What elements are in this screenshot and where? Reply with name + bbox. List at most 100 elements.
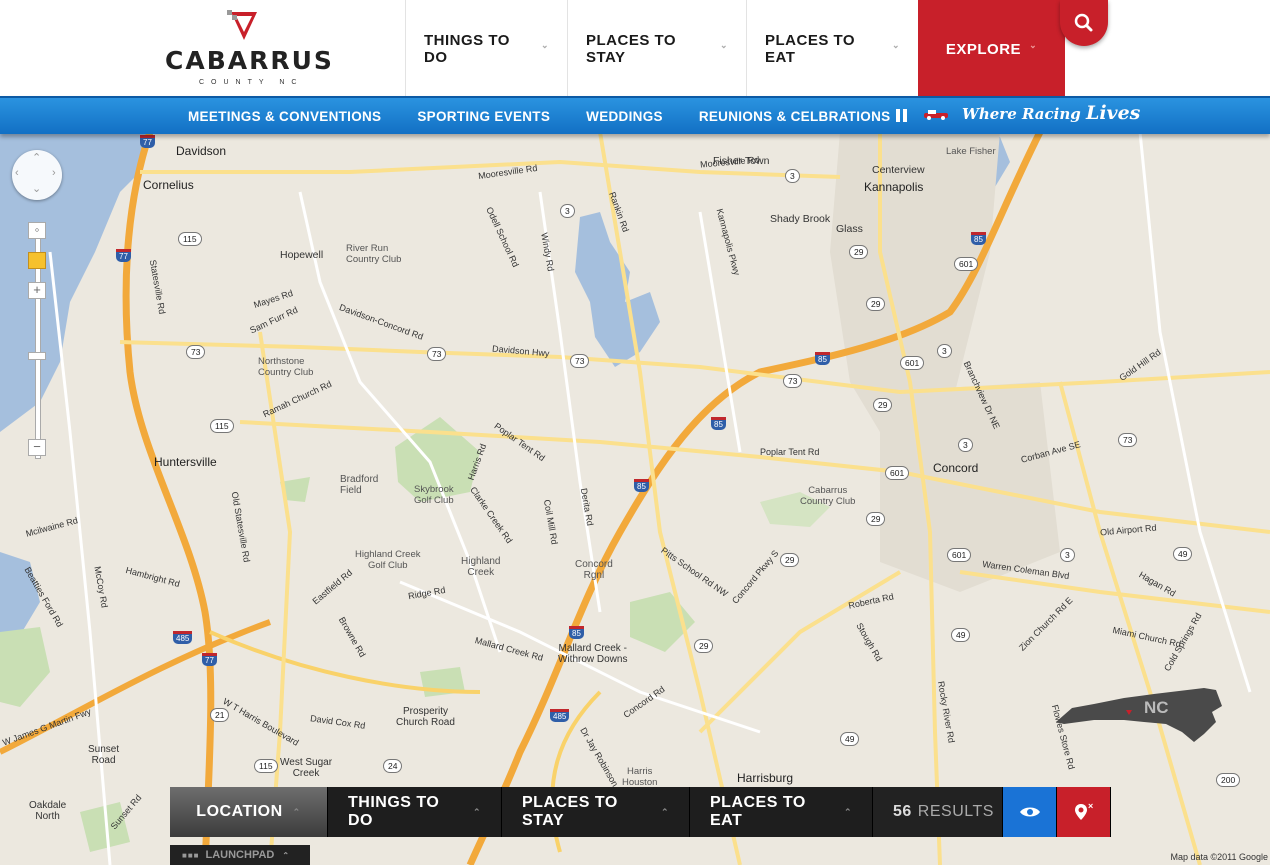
grid-icon: ■■■ xyxy=(182,850,200,860)
interstate-shield: 85 xyxy=(569,626,584,639)
eye-icon xyxy=(1019,807,1040,817)
route-shield: 115 xyxy=(178,232,202,246)
nav-things-to-do[interactable]: THINGS TO DO ⌄ xyxy=(405,0,567,98)
subnav-weddings[interactable]: WEDDINGS xyxy=(586,109,663,124)
filter-places-to-stay-button[interactable]: PLACES TO STAY ⌃ xyxy=(502,787,690,837)
place-label: Harris Houston xyxy=(622,766,658,788)
place-label: Bradford Field xyxy=(340,474,379,496)
route-shield: 3 xyxy=(560,204,575,218)
route-shield: 73 xyxy=(570,354,590,368)
nav-places-to-stay[interactable]: PLACES TO STAY ⌄ xyxy=(567,0,746,98)
nav-explore[interactable]: EXPLORE ⌄ xyxy=(918,0,1065,98)
chevron-updown-icon: ⌃ xyxy=(660,806,669,817)
street-view-pegman-icon[interactable] xyxy=(28,252,46,269)
filter-location-button[interactable]: LOCATION ⌃ xyxy=(170,787,328,837)
target-icon[interactable]: ◦ xyxy=(28,222,46,239)
place-label: Oakdale North xyxy=(29,800,67,822)
interstate-shield: 77 xyxy=(140,135,155,148)
route-shield: 49 xyxy=(951,628,971,642)
main-nav: THINGS TO DO ⌄ PLACES TO STAY ⌄ PLACES TO … xyxy=(405,0,1065,98)
route-shield: 73 xyxy=(1118,433,1138,447)
chevron-updown-icon: ⌃ xyxy=(282,850,290,860)
place-label: Highland Creek Golf Club xyxy=(355,549,421,571)
route-shield: 601 xyxy=(885,466,910,480)
subnav-reunions[interactable]: REUNIONS & CELBRATIONS xyxy=(699,109,891,124)
nav-label: PLACES TO STAY xyxy=(586,32,677,66)
route-shield: 601 xyxy=(900,356,925,370)
route-shield: 3 xyxy=(785,169,800,183)
filter-label: PLACES TO EAT xyxy=(710,794,806,829)
map-pin-icon: × xyxy=(1074,801,1093,820)
subnav-meetings[interactable]: MEETINGS & CONVENTIONS xyxy=(188,109,381,124)
place-label: West Sugar Creek xyxy=(280,757,333,779)
pause-icon[interactable] xyxy=(896,109,907,122)
city-label: Hopewell xyxy=(280,249,324,261)
route-shield: 29 xyxy=(780,553,800,567)
filter-places-to-eat-button[interactable]: PLACES TO EAT ⌃ xyxy=(690,787,873,837)
pan-up-icon[interactable]: ⌃ xyxy=(32,151,41,164)
search-icon xyxy=(1074,13,1093,32)
zoom-out-button[interactable]: − xyxy=(28,439,46,456)
route-shield: 601 xyxy=(954,257,979,271)
tagline-line2: Lives xyxy=(1085,102,1141,124)
route-shield: 3 xyxy=(958,438,973,452)
nav-places-to-eat[interactable]: PLACES TO EAT ⌄ xyxy=(746,0,918,98)
route-shield: 29 xyxy=(873,398,893,412)
chevron-updown-icon: ⌃ xyxy=(843,806,852,817)
route-shield: 49 xyxy=(840,732,860,746)
route-shield: 200 xyxy=(1216,773,1241,787)
north-carolina-shape-icon xyxy=(1056,688,1222,742)
pan-right-icon[interactable]: › xyxy=(52,167,56,179)
route-shield: 29 xyxy=(866,512,886,526)
place-label: Lake Fisher xyxy=(946,146,996,157)
interstate-shield: 85 xyxy=(815,352,830,365)
results-label: RESULTS xyxy=(917,803,994,820)
route-shield: 3 xyxy=(1060,548,1075,562)
results-count: 56 RESULTS xyxy=(873,787,1003,837)
city-label: Concord xyxy=(933,461,979,475)
pan-left-icon[interactable]: ‹ xyxy=(15,167,19,179)
pan-down-icon[interactable]: ⌄ xyxy=(32,182,41,195)
route-shield: 115 xyxy=(210,419,234,433)
zoom-in-button[interactable]: + xyxy=(28,282,46,299)
route-shield: 21 xyxy=(210,708,230,722)
place-label: Prosperity Church Road xyxy=(396,706,455,728)
nc-state-badge[interactable]: NC xyxy=(1054,684,1224,751)
where-racing-lives-logo: Where Racing Lives xyxy=(962,102,1140,124)
route-shield: 29 xyxy=(866,297,886,311)
interstate-shield: 85 xyxy=(971,232,986,245)
nav-label: THINGS TO DO xyxy=(424,32,510,66)
place-label: Highland Creek xyxy=(461,556,501,578)
cabarrus-logo[interactable]: CABARRUS COUNTY NC xyxy=(165,10,365,90)
route-shield: 29 xyxy=(694,639,714,653)
place-label: Mallard Creek - Withrow Downs xyxy=(558,643,628,665)
city-label: Kannapolis xyxy=(864,180,924,194)
map-pan-control[interactable]: ⌃ ⌄ ‹ › xyxy=(12,150,62,200)
race-car-icon xyxy=(924,110,948,120)
city-label: Harrisburg xyxy=(737,771,794,785)
tagline-line1: Where Racing xyxy=(962,105,1081,123)
road-label: Poplar Tent Rd xyxy=(760,447,820,457)
view-toggle-button[interactable] xyxy=(1003,787,1057,837)
city-label: Centerview xyxy=(872,164,925,176)
zoom-slider-handle[interactable] xyxy=(28,352,46,360)
launchpad-tab[interactable]: ■■■ LAUNCHPAD ⌃ xyxy=(170,845,310,865)
city-label: Cornelius xyxy=(143,178,194,192)
route-shield: 49 xyxy=(1173,547,1193,561)
search-button[interactable] xyxy=(1060,0,1108,46)
filter-things-to-do-button[interactable]: THINGS TO DO ⌃ xyxy=(328,787,502,837)
city-label: Huntersville xyxy=(154,455,217,469)
place-label: River Run Country Club xyxy=(346,243,402,265)
interstate-shield: 77 xyxy=(116,249,131,262)
interstate-shield: 77 xyxy=(202,653,217,666)
interstate-shield: 85 xyxy=(634,479,649,492)
city-label: Glass xyxy=(836,223,863,235)
place-label: Concord Rgnl xyxy=(575,559,613,581)
results-number: 56 xyxy=(893,803,912,820)
route-shield: 601 xyxy=(947,548,972,562)
route-shield: 115 xyxy=(254,759,278,773)
clear-location-button[interactable]: × xyxy=(1057,787,1111,837)
subnav-sporting-events[interactable]: SPORTING EVENTS xyxy=(417,109,550,124)
nav-label: EXPLORE xyxy=(945,40,1022,58)
map-canvas[interactable]: Davidson Cornelius Kannapolis Concord Hu… xyxy=(0,132,1270,865)
